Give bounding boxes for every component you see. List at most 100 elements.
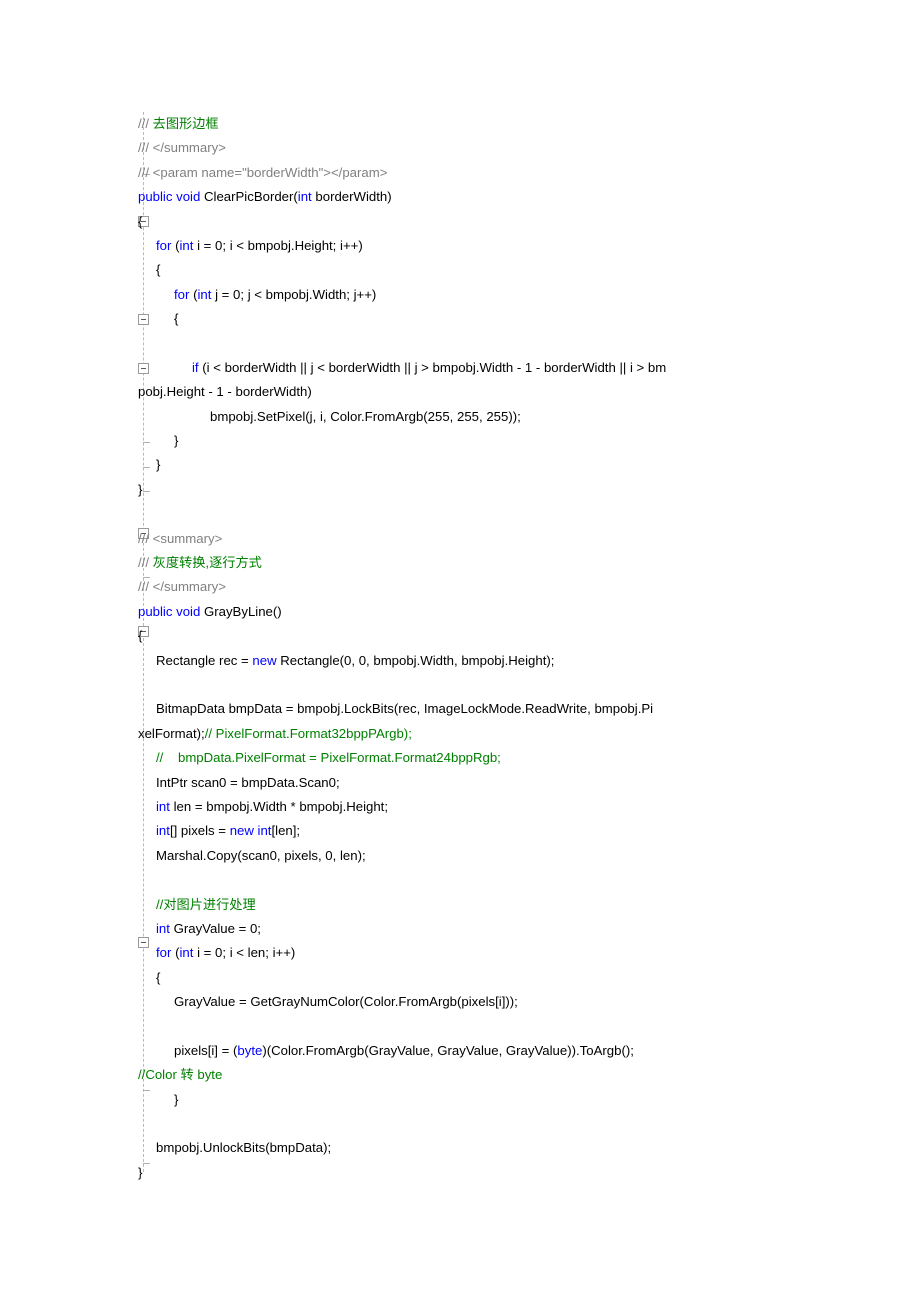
code-token-kw: int bbox=[179, 945, 194, 961]
code-token-plain: { bbox=[138, 628, 143, 644]
code-line-text: /// 灰度转换,逐行方式 bbox=[138, 551, 262, 575]
code-token-plain: (i < borderWidth || j < borderWidth || j… bbox=[202, 359, 667, 375]
code-token-plain: j = 0; j < bmpobj.Width; j++) bbox=[211, 286, 377, 302]
code-token-kw: byte bbox=[237, 1042, 263, 1058]
code-line-text: { bbox=[138, 624, 142, 648]
code-token-cmt: 去图形边框 bbox=[152, 116, 219, 131]
code-line-text: bmpobj.SetPixel(j, i, Color.FromArgb(255… bbox=[210, 405, 521, 429]
code-token-plain: i = 0; i < len; i++) bbox=[193, 945, 296, 961]
code-line bbox=[138, 502, 838, 526]
code-token-plain: borderWidth) bbox=[311, 189, 392, 205]
code-token-kw: public void bbox=[138, 603, 204, 619]
code-token-plain: GrayValue = GetGrayNumColor(Color.FromAr… bbox=[174, 994, 518, 1010]
code-line bbox=[138, 673, 838, 697]
code-token-kw: if bbox=[192, 359, 203, 375]
code-line: for (int i = 0; i < len; i++) bbox=[138, 941, 838, 965]
code-token-doc: /// <summary> bbox=[138, 530, 223, 546]
code-line-text: Rectangle rec = new Rectangle(0, 0, bmpo… bbox=[156, 649, 554, 673]
code-token-plain: [] pixels = bbox=[169, 823, 230, 839]
code-line: { bbox=[138, 966, 838, 990]
code-line: int GrayValue = 0; bbox=[138, 917, 838, 941]
code-token-plain: } bbox=[174, 1091, 179, 1107]
code-line-text: for (int i = 0; i < bmpobj.Height; i++) bbox=[156, 234, 363, 258]
code-line: /// </summary> bbox=[138, 136, 838, 160]
code-line-text: { bbox=[156, 258, 160, 282]
code-line: // bmpData.PixelFormat = PixelFormat.For… bbox=[138, 746, 838, 770]
code-token-plain: } bbox=[156, 457, 161, 473]
code-line-text: /// </summary> bbox=[138, 575, 226, 599]
code-token-plain: bmpobj.UnlockBits(bmpData); bbox=[156, 1140, 332, 1156]
code-token-cmt: // bmpData.PixelFormat = PixelFormat.For… bbox=[156, 750, 501, 766]
code-line-text: public void GrayByLine() bbox=[138, 600, 282, 624]
code-token-plain: BitmapData bmpData = bmpobj.LockBits(rec… bbox=[156, 701, 654, 717]
code-line-text: if (i < borderWidth || j < borderWidth |… bbox=[192, 356, 666, 380]
code-token-kw: int bbox=[197, 286, 212, 302]
code-line: bmpobj.UnlockBits(bmpData); bbox=[138, 1136, 838, 1160]
code-token-plain: xelFormat); bbox=[138, 725, 205, 741]
code-token-doc: /// <param name="borderWidth"></param> bbox=[138, 164, 388, 180]
code-line: //对图片进行处理 bbox=[138, 893, 838, 917]
code-token-kw: new int bbox=[229, 823, 272, 839]
code-line: { bbox=[138, 624, 838, 648]
code-line: if (i < borderWidth || j < borderWidth |… bbox=[138, 356, 838, 380]
code-token-plain: bmpobj.SetPixel(j, i, Color.FromArgb(255… bbox=[210, 408, 521, 424]
code-token-plain: Marshal.Copy(scan0, pixels, 0, len); bbox=[156, 847, 366, 863]
code-token-plain: Rectangle rec = bbox=[156, 652, 253, 668]
code-token-cmt: //Color 转 byte bbox=[138, 1067, 223, 1083]
code-token-plain: )(Color.FromArgb(GrayValue, GrayValue, G… bbox=[262, 1042, 634, 1058]
code-line bbox=[138, 332, 838, 356]
code-line bbox=[138, 1112, 838, 1136]
code-token-plain: len = bmpobj.Width * bmpobj.Height; bbox=[169, 798, 389, 814]
code-token-doc: /// bbox=[138, 555, 153, 571]
code-line-text: for (int j = 0; j < bmpobj.Width; j++) bbox=[174, 283, 376, 307]
code-line-text: } bbox=[138, 478, 142, 502]
code-token-plain: } bbox=[138, 1164, 143, 1180]
code-line: bmpobj.SetPixel(j, i, Color.FromArgb(255… bbox=[138, 405, 838, 429]
code-token-plain: GrayByLine() bbox=[203, 603, 282, 619]
code-line-text: //Color 转 byte bbox=[138, 1063, 222, 1087]
code-line-text: int len = bmpobj.Width * bmpobj.Height; bbox=[156, 795, 388, 819]
code-line: GrayValue = GetGrayNumColor(Color.FromAr… bbox=[138, 990, 838, 1014]
code-line: } bbox=[138, 453, 838, 477]
code-line: } bbox=[138, 1088, 838, 1112]
code-token-plain: [len]; bbox=[271, 823, 301, 839]
document-page: /// 去图形边框 /// </summary> /// <param name="… bbox=[0, 0, 920, 1302]
code-token-plain: { bbox=[156, 262, 161, 278]
code-line-text: pixels[i] = (byte)(Color.FromArgb(GrayVa… bbox=[174, 1039, 634, 1063]
code-token-plain: pobj.Height - 1 - borderWidth) bbox=[138, 384, 312, 400]
code-line: IntPtr scan0 = bmpData.Scan0; bbox=[138, 771, 838, 795]
code-line: } bbox=[138, 478, 838, 502]
code-line-text: } bbox=[138, 1161, 142, 1185]
code-token-plain: GrayValue = 0; bbox=[169, 920, 261, 936]
code-line-text: bmpobj.UnlockBits(bmpData); bbox=[156, 1136, 331, 1160]
code-token-plain: pixels[i] = ( bbox=[174, 1042, 238, 1058]
code-line-text: pobj.Height - 1 - borderWidth) bbox=[138, 380, 312, 404]
code-token-kw: int bbox=[156, 920, 170, 936]
code-line: pobj.Height - 1 - borderWidth) bbox=[138, 380, 838, 404]
code-token-cmt: //对图片进行处理 bbox=[156, 896, 256, 912]
code-line-text: BitmapData bmpData = bmpobj.LockBits(rec… bbox=[156, 697, 653, 721]
code-token-plain: { bbox=[174, 311, 179, 327]
code-token-plain: } bbox=[138, 481, 143, 497]
code-line-text: GrayValue = GetGrayNumColor(Color.FromAr… bbox=[174, 990, 518, 1014]
code-line: int len = bmpobj.Width * bmpobj.Height; bbox=[138, 795, 838, 819]
code-line-text: /// <summary> bbox=[138, 527, 222, 551]
code-line: pixels[i] = (byte)(Color.FromArgb(GrayVa… bbox=[138, 1039, 838, 1063]
code-line-text: { bbox=[156, 966, 160, 990]
code-token-kw: for bbox=[174, 286, 194, 302]
code-token-plain: { bbox=[138, 213, 143, 229]
code-line-text: IntPtr scan0 = bmpData.Scan0; bbox=[156, 771, 340, 795]
code-token-doc: /// </summary> bbox=[138, 140, 226, 156]
code-token-plain: IntPtr scan0 = bmpData.Scan0; bbox=[156, 774, 340, 790]
code-line: Marshal.Copy(scan0, pixels, 0, len); bbox=[138, 844, 838, 868]
code-token-plain: ClearPicBorder( bbox=[203, 189, 298, 205]
code-line: public void GrayByLine() bbox=[138, 600, 838, 624]
code-line-text: { bbox=[138, 210, 142, 234]
code-line-text: xelFormat);// PixelFormat.Format32bppPAr… bbox=[138, 722, 412, 746]
code-token-doc: /// bbox=[138, 116, 153, 131]
